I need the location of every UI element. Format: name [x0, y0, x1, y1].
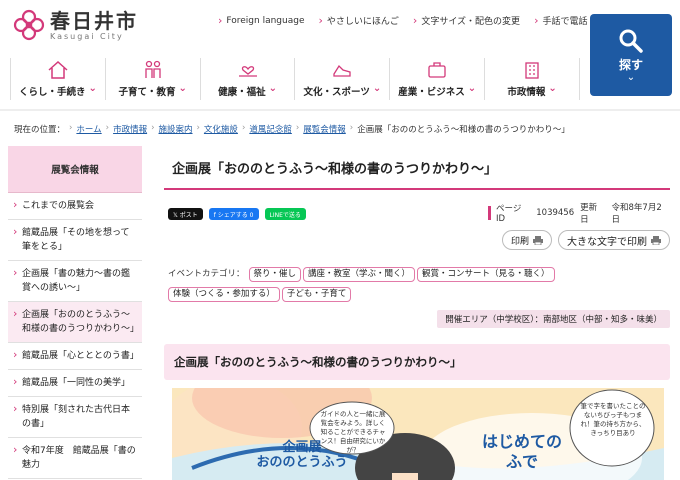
- breadcrumb-prefix: 現在の位置：: [14, 125, 66, 135]
- kasugai-logo-icon: [13, 9, 45, 41]
- poster-bubble-guide: ガイドの人と一緒に展覧会をみよう。詳しく知ることができるチャンス！自由研究にいか…: [320, 410, 386, 454]
- breadcrumb-separator: ›: [295, 123, 300, 133]
- chevron-down-icon: ⌄: [626, 71, 636, 83]
- sidebar-item[interactable]: 令和7年度 館蔵品展「書の魅力: [8, 438, 142, 479]
- breadcrumb-museum[interactable]: 道風記念館: [249, 123, 292, 135]
- breadcrumb: 現在の位置： › ホーム › 市政情報 › 施設案内 › 文化施設 › 道風記念…: [14, 123, 570, 135]
- sidebar-heading[interactable]: 展覧会情報: [8, 146, 142, 192]
- category-tag[interactable]: 体験（つくる・参加する）: [168, 287, 280, 302]
- breadcrumb-home[interactable]: ホーム: [76, 123, 101, 135]
- breadcrumb-culture-facilities[interactable]: 文化施設: [204, 123, 238, 135]
- nav-label: くらし・手続き: [19, 84, 97, 98]
- nav-item-health[interactable]: 健康・福祉: [199, 58, 295, 100]
- page-info: ページID 1039456 更新日 令和8年7月2日: [488, 203, 670, 225]
- sidebar: 展覧会情報 これまでの展覧会 館蔵品展「その地を想って筆をとる」 企画展「書の魅…: [8, 146, 142, 479]
- nav-label: 文化・スポーツ: [304, 84, 382, 98]
- sidebar-item[interactable]: 館蔵品展「一同性の美学」: [8, 370, 142, 397]
- site-header: 春日井市 Kasugai City Foreign language やさしいに…: [0, 0, 680, 111]
- breadcrumb-current: 企画展「おののとうふう～和様の書のうつりかわり～」: [357, 125, 570, 135]
- poster-headline-2: おののとうふう: [256, 455, 348, 470]
- printer-icon: [651, 235, 661, 245]
- building-icon: [525, 62, 539, 79]
- nav-item-culture[interactable]: 文化・スポーツ: [294, 58, 389, 100]
- breadcrumb-facilities[interactable]: 施設案内: [159, 123, 193, 135]
- breadcrumb-separator: ›: [241, 123, 246, 133]
- sidebar-item[interactable]: これまでの展覧会: [8, 193, 142, 220]
- updated-date: 令和8年7月2日: [611, 203, 662, 225]
- sidebar-item[interactable]: 特別展「刻された古代日本の書」: [8, 397, 142, 438]
- print-buttons: 印刷 大きな文字で印刷: [501, 230, 670, 250]
- shoe-icon: [333, 64, 352, 77]
- large-print-button[interactable]: 大きな文字で印刷: [558, 230, 670, 250]
- category-tag[interactable]: 子ども・子育て: [281, 287, 352, 302]
- section-heading: 企画展「おののとうふう～和様の書のうつりかわり～」: [164, 344, 670, 380]
- header-divider: [0, 109, 680, 111]
- sidebar-list: これまでの展覧会 館蔵品展「その地を想って筆をとる」 企画展「書の魅力～書の鑑賞…: [8, 192, 142, 479]
- nav-label: 子育て・教育: [119, 84, 187, 98]
- page-title: 企画展「おののとうふう～和様の書のうつりかわり～」: [164, 146, 670, 190]
- category-label: イベントカテゴリ：: [168, 269, 245, 279]
- nav-item-city[interactable]: 市政情報: [484, 58, 580, 100]
- sidebar-item[interactable]: 館蔵品展「心とととのう書」: [8, 343, 142, 370]
- site-logo[interactable]: 春日井市 Kasugai City: [12, 8, 138, 42]
- family-icon: [145, 60, 161, 78]
- breadcrumb-city-info[interactable]: 市政情報: [113, 123, 147, 135]
- page-id: 1039456: [536, 208, 575, 218]
- print-button[interactable]: 印刷: [501, 230, 552, 250]
- exhibition-poster: 企画展 おののとうふう ガイドの人と一緒に展覧会をみよう。詳しく知ることができる…: [172, 388, 664, 480]
- sign-language-link[interactable]: 手話で電話: [534, 14, 587, 27]
- page-id-label: ページID: [496, 204, 522, 224]
- heart-hand-icon: [238, 66, 257, 77]
- text-size-color-link[interactable]: 文字サイズ・配色の変更: [413, 14, 520, 27]
- event-area: 開催エリア（中学校区）：南部地区（中部・知多・味美）: [437, 310, 670, 328]
- nav-item-business[interactable]: 産業・ビジネス: [389, 58, 484, 100]
- search-icon: [619, 29, 643, 53]
- large-print-label: 大きな文字で印刷: [567, 236, 647, 248]
- poster-bubble-brush: はじめての ふで: [482, 432, 562, 472]
- foreign-language-link[interactable]: Foreign language: [218, 14, 304, 27]
- briefcase-icon: [428, 62, 446, 78]
- print-label: 印刷: [510, 236, 529, 247]
- poster-bubble-brush-1: はじめての: [482, 432, 563, 451]
- house-icon: [48, 60, 68, 79]
- site-subtitle: Kasugai City: [50, 31, 124, 41]
- breadcrumb-separator: ›: [349, 123, 354, 133]
- global-nav: くらし・手続き 子育て・教育 健康・福祉 文化・スポーツ 産業・ビジネス 市政情…: [10, 58, 580, 100]
- breadcrumb-exhibitions[interactable]: 展覧会情報: [303, 123, 346, 135]
- sidebar-item-current[interactable]: 企画展「おののとうふう～和様の書のうつりかわり～」: [8, 302, 142, 343]
- poster-bubble-brush-2: ふで: [505, 452, 538, 471]
- category-tag[interactable]: 講座・教室（学ぶ・聞く）: [303, 267, 416, 282]
- breadcrumb-separator: ›: [196, 123, 200, 133]
- breadcrumb-separator: ›: [69, 123, 73, 133]
- poster-bubble-kids: 筆で字を書いたことのないちびっ子もつまれ！筆の持ち方から、きっちり目あり: [580, 402, 646, 437]
- main-content: 企画展「おののとうふう～和様の書のうつりかわり～」 𝕏 ポスト f シェアする …: [164, 146, 670, 480]
- updated-label: 更新日: [580, 203, 598, 225]
- breadcrumb-separator: ›: [151, 123, 155, 133]
- share-x-button[interactable]: 𝕏 ポスト: [168, 208, 203, 220]
- search-label: 探す: [618, 57, 643, 72]
- category-tag[interactable]: 祭り・催し: [248, 267, 302, 282]
- category-tag[interactable]: 観賞・コンサート（見る・聴く）: [417, 267, 555, 282]
- nav-item-childcare[interactable]: 子育て・教育: [104, 58, 200, 100]
- breadcrumb-separator: ›: [105, 123, 110, 133]
- sidebar-item[interactable]: 企画展「書の魅力～書の鑑賞への誘い～」: [8, 261, 142, 302]
- nav-label: 産業・ビジネス: [398, 84, 476, 98]
- search-button[interactable]: 探す ⌄: [590, 14, 672, 96]
- nav-item-living[interactable]: くらし・手続き: [10, 58, 105, 100]
- easy-japanese-link[interactable]: やさしいにほんご: [319, 14, 399, 27]
- nav-label: 健康・福祉: [218, 84, 277, 98]
- nav-label: 市政情報: [507, 84, 556, 98]
- share-buttons: 𝕏 ポスト f シェアする 0 LINEで送る: [168, 208, 306, 220]
- utility-links: Foreign language やさしいにほんご 文字サイズ・配色の変更 手話…: [218, 14, 587, 28]
- site-title: 春日井市: [50, 8, 138, 33]
- printer-icon: [533, 235, 543, 245]
- event-categories: イベントカテゴリ： 祭り・催し 講座・教室（学ぶ・聞く） 観賞・コンサート（見る・聴く…: [168, 266, 668, 306]
- share-facebook-button[interactable]: f シェアする 0: [208, 208, 259, 220]
- share-line-button[interactable]: LINEで送る: [264, 208, 306, 220]
- sidebar-item[interactable]: 館蔵品展「その地を想って筆をとる」: [8, 220, 142, 261]
